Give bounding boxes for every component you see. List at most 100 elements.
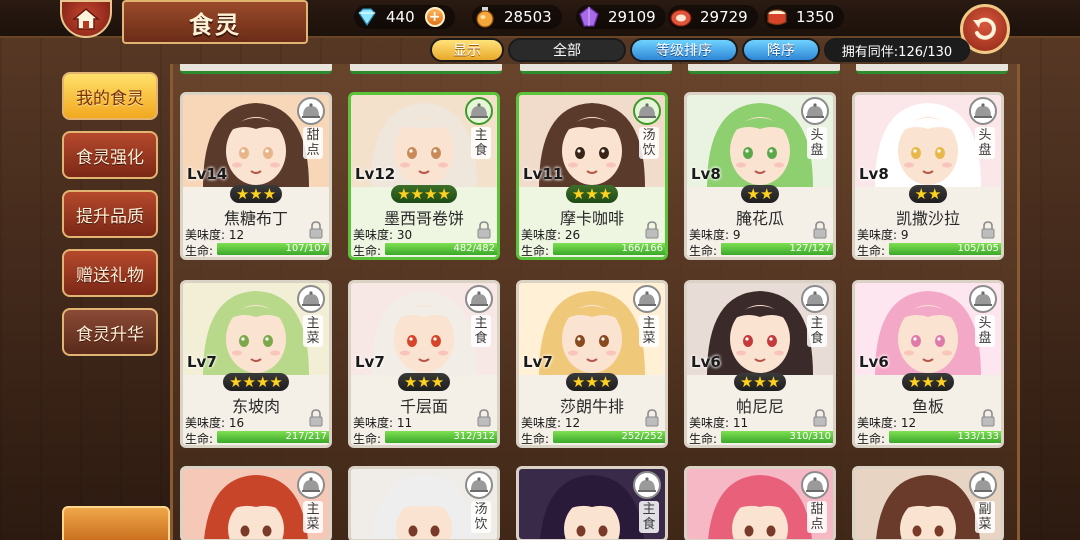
cloche-icon — [297, 285, 325, 313]
lock-icon[interactable] — [477, 221, 491, 239]
hp-label: 生命: — [353, 432, 382, 446]
food-type-label: 主食 — [471, 127, 491, 159]
taste-stat: 美味度: 11 — [353, 414, 412, 431]
taste-value: 9 — [732, 228, 741, 242]
drum-icon — [764, 5, 790, 29]
food-type-label: 主食 — [471, 315, 491, 347]
spirit-card[interactable]: 主食 Lv7 ★★★ 千层面 美味度: 11 生命: 312/312 — [348, 280, 500, 448]
spirit-card[interactable]: 汤饮 Lv11 ★★★ 摩卡咖啡 美味度: 26 生命: 166/166 — [516, 92, 668, 260]
sidebar-item-sublimate[interactable]: 食灵升华 — [62, 308, 158, 356]
rarity-stars: ★★★ — [519, 185, 665, 203]
spirit-card[interactable]: 主食 Lv12 ★★★★ 墨西哥卷饼 美味度: 30 生命: 482/482 — [348, 92, 500, 260]
rarity-stars: ★★ — [687, 185, 833, 203]
resource-diamond: 440 + — [354, 5, 455, 29]
hp-label: 生命: — [521, 244, 550, 258]
hp-bar: 133/133 — [889, 431, 1001, 443]
spirit-card[interactable]: 头盘 Lv8 ★★ 腌花瓜 美味度: 9 生命: 127/127 — [684, 92, 836, 260]
spirit-card[interactable]: 头盘 Lv6 ★★★ 鱼板 美味度: 12 生命: 133/133 — [852, 280, 1004, 448]
spirit-card[interactable]: 头盘 Lv8 ★★ 凯撒沙拉 美味度: 9 生命: 105/105 — [852, 92, 1004, 260]
food-type-label: 主菜 — [303, 501, 323, 533]
food-type-label: 主菜 — [303, 315, 323, 347]
resource-meat: 29729 — [668, 5, 758, 29]
taste-value: 11 — [396, 416, 413, 430]
hp-value: 252/252 — [621, 431, 663, 442]
lock-icon[interactable] — [645, 409, 659, 427]
add-diamond-button[interactable]: + — [424, 7, 445, 27]
sidebar-item-enhance[interactable]: 食灵强化 — [62, 131, 158, 179]
rarity-stars: ★★★ — [183, 185, 329, 203]
rarity-stars: ★★★★ — [351, 185, 497, 203]
sort-by-level-button[interactable]: 等级排序 — [630, 38, 738, 62]
category-all-button[interactable]: 全部 — [508, 38, 626, 62]
cloche-icon — [969, 285, 997, 313]
food-type-label: 甜点 — [303, 127, 323, 159]
filter-row: 显示 全部 等级排序 降序 拥有同伴:126/130 — [430, 38, 970, 64]
taste-label: 美味度: — [521, 416, 562, 430]
star-icon-bar: ★★ — [740, 185, 780, 203]
star-icon-bar: ★★★ — [565, 373, 619, 391]
rarity-stars: ★★★ — [855, 373, 1001, 391]
hp-bar: 482/482 — [385, 243, 497, 255]
sidebar-item-my-spirits[interactable]: 我的食灵 — [62, 72, 158, 120]
sidebar-item-give-gift[interactable]: 赠送礼物 — [62, 249, 158, 297]
rarity-stars: ★★★★ — [183, 373, 329, 391]
level-label: Lv6 — [691, 353, 721, 371]
spirit-card[interactable]: 汤饮 — [348, 466, 500, 540]
level-label: Lv7 — [187, 353, 217, 371]
star-icon-bar: ★★★ — [901, 373, 955, 391]
hp-value: 217/217 — [285, 431, 327, 442]
hp-bar: 166/166 — [553, 243, 665, 255]
spirit-card[interactable]: 主菜 — [180, 466, 332, 540]
crystal-icon — [576, 5, 602, 29]
cloche-icon — [633, 471, 661, 499]
taste-stat: 美味度: 26 — [521, 226, 580, 243]
taste-stat: 美味度: 9 — [857, 226, 909, 243]
hp-label: 生命: — [857, 432, 886, 446]
taste-stat: 美味度: 30 — [353, 226, 412, 243]
potion-icon — [472, 5, 498, 29]
food-type-label: 头盘 — [975, 315, 995, 347]
taste-value: 12 — [900, 416, 917, 430]
resource-value: 29729 — [700, 8, 748, 26]
taste-value: 30 — [396, 228, 413, 242]
spirit-card[interactable]: 甜点 — [684, 466, 836, 540]
sidebar-item-upgrade-quality[interactable]: 提升品质 — [62, 190, 158, 238]
spirit-card[interactable]: 主菜 Lv7 ★★★ 莎朗牛排 美味度: 12 生命: 252/252 — [516, 280, 668, 448]
plus-icon: + — [428, 9, 441, 25]
spirit-card[interactable]: 主食 — [516, 466, 668, 540]
resource-drum: 1350 — [764, 5, 845, 29]
hp-value: 105/105 — [957, 243, 999, 254]
spirit-card[interactable]: 副菜 — [852, 466, 1004, 540]
lock-icon[interactable] — [813, 221, 827, 239]
hp-value: 166/166 — [621, 243, 663, 254]
page-title: 食灵 — [122, 0, 308, 44]
food-type-label: 主食 — [807, 315, 827, 347]
food-type-label: 头盘 — [975, 127, 995, 159]
star-icon-bar: ★★★ — [229, 185, 283, 203]
descending-button[interactable]: 降序 — [742, 38, 820, 62]
lock-icon[interactable] — [813, 409, 827, 427]
show-filter-button[interactable]: 显示 — [430, 38, 504, 62]
hp-bar: 127/127 — [721, 243, 833, 255]
cloche-icon — [297, 471, 325, 499]
home-button[interactable] — [60, 0, 112, 38]
star-icon-bar: ★★★ — [733, 373, 787, 391]
lock-icon[interactable] — [309, 409, 323, 427]
lock-icon[interactable] — [309, 221, 323, 239]
meat-icon — [668, 5, 694, 29]
hp-bar: 312/312 — [385, 431, 497, 443]
lock-icon[interactable] — [981, 409, 995, 427]
diamond-icon — [354, 5, 380, 29]
hp-bar: 252/252 — [553, 431, 665, 443]
lock-icon[interactable] — [645, 221, 659, 239]
spirit-card[interactable]: 主菜 Lv7 ★★★★ 东坡肉 美味度: 16 生命: 217/217 — [180, 280, 332, 448]
lock-icon[interactable] — [981, 221, 995, 239]
spirit-card[interactable]: 主食 Lv6 ★★★ 帕尼尼 美味度: 11 生命: 310/310 — [684, 280, 836, 448]
lock-icon[interactable] — [477, 409, 491, 427]
partial-card — [688, 64, 840, 74]
food-type-label: 汤饮 — [471, 501, 491, 533]
partial-card — [520, 64, 672, 74]
taste-value: 26 — [564, 228, 581, 242]
spirit-card[interactable]: 甜点 Lv14 ★★★ 焦糖布丁 美味度: 12 生命: 107/107 — [180, 92, 332, 260]
cloche-icon — [465, 285, 493, 313]
